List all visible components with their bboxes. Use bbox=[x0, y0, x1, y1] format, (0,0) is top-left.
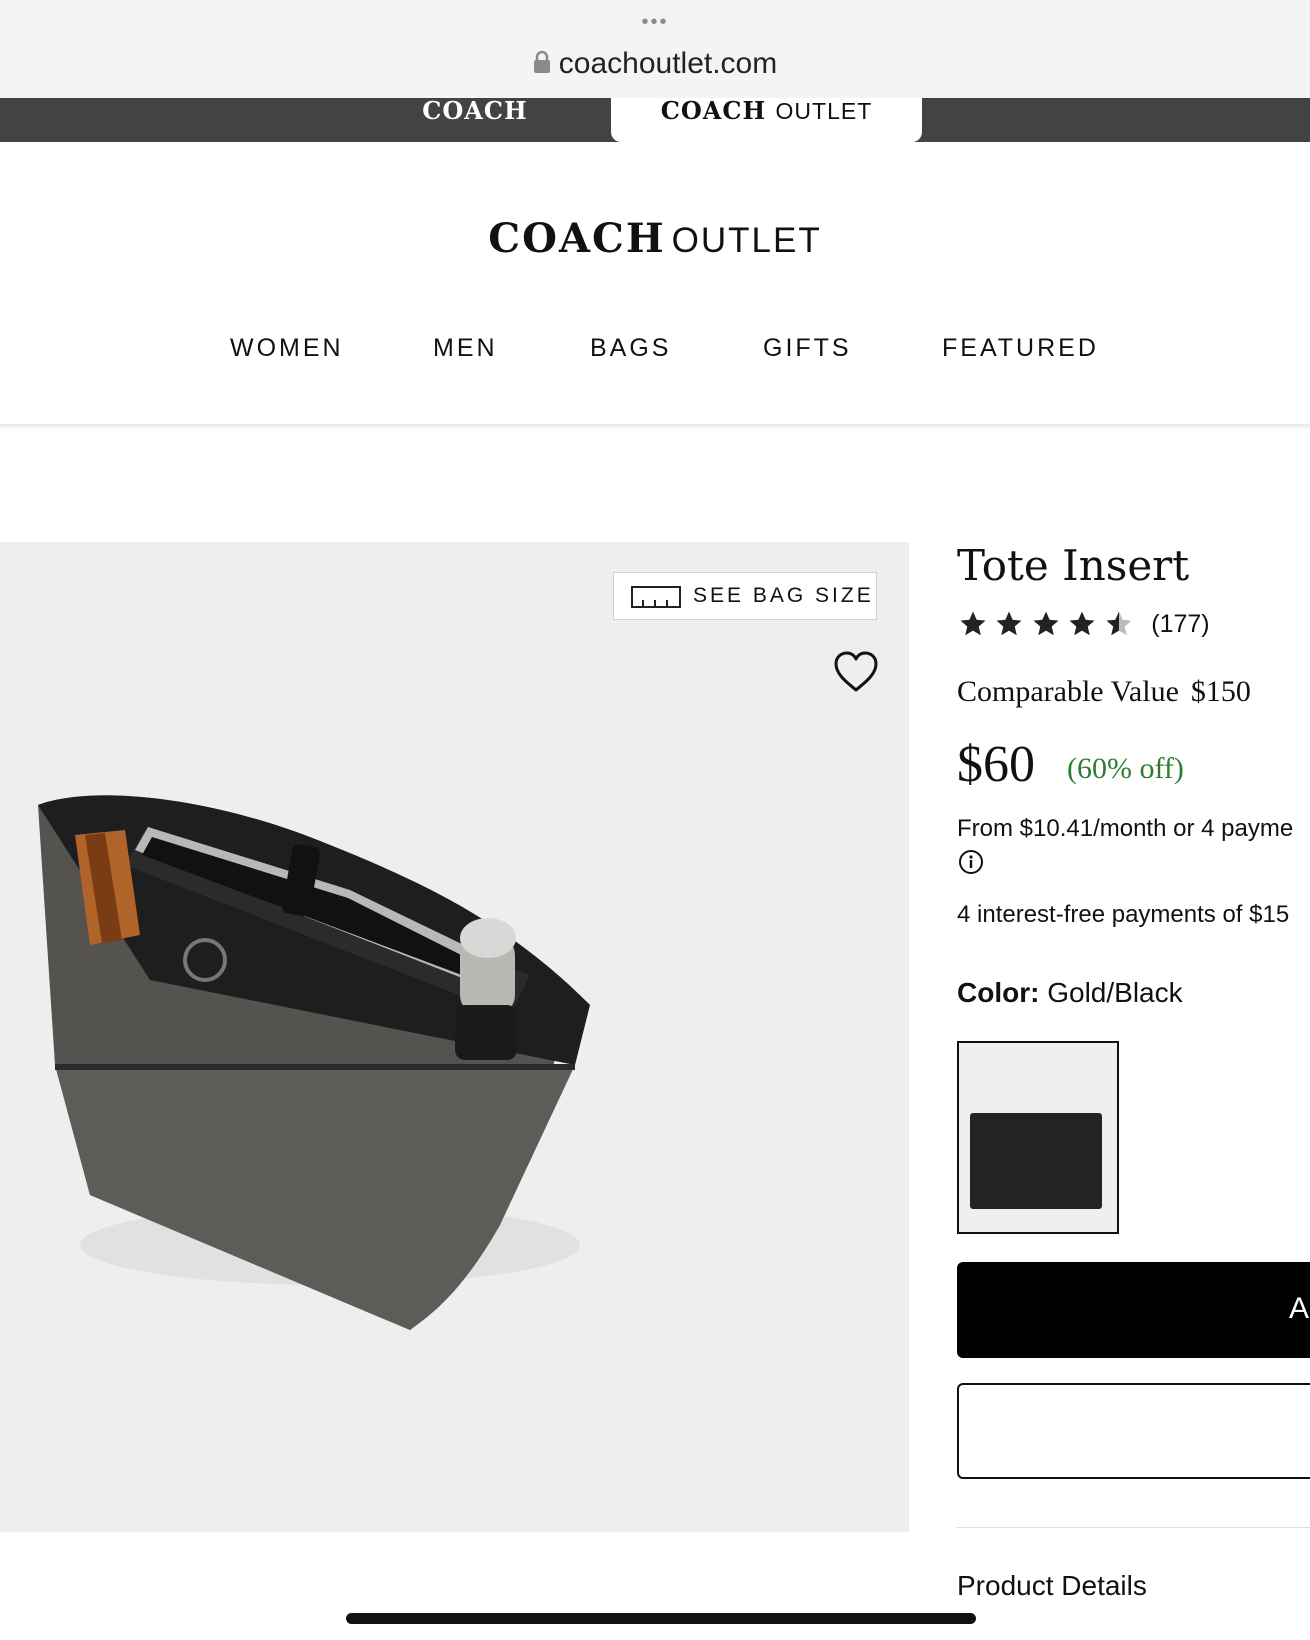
star-icon bbox=[996, 611, 1022, 636]
swatch-image bbox=[970, 1113, 1102, 1209]
star-icon bbox=[1069, 611, 1095, 636]
comparable-label: Comparable Value bbox=[957, 675, 1179, 708]
tab-outlet-word1: COACH bbox=[660, 96, 767, 125]
more-dots-icon[interactable]: ••• bbox=[0, 10, 1310, 34]
secondary-action-button[interactable] bbox=[957, 1383, 1310, 1479]
sale-price: $60 bbox=[957, 736, 1035, 793]
nav-divider bbox=[0, 424, 1310, 430]
discount-badge: (60% off) bbox=[1067, 752, 1184, 785]
color-value: Gold/Black bbox=[1047, 977, 1183, 1008]
see-bag-size-label: SEE BAG SIZE bbox=[693, 584, 874, 607]
tab-coach-label: COACH bbox=[422, 96, 528, 125]
half-star-icon bbox=[1106, 611, 1132, 636]
comparable-price: $150 bbox=[1190, 675, 1251, 708]
nav-item-men[interactable]: MEN bbox=[433, 330, 498, 366]
url-text: coachoutlet.com bbox=[558, 47, 778, 80]
tab-coach-outlet[interactable]: COACH OUTLET bbox=[611, 98, 922, 142]
site-logo[interactable]: COACH OUTLET bbox=[0, 214, 1310, 273]
heart-icon[interactable] bbox=[833, 651, 879, 693]
home-indicator[interactable] bbox=[346, 1613, 976, 1624]
main-nav: WOMEN MEN BAGS GIFTS FEATURED bbox=[0, 330, 1310, 366]
rating-stars[interactable]: (177) bbox=[957, 609, 1210, 645]
info-icon[interactable] bbox=[958, 849, 984, 875]
brand-switcher: COACH COACH OUTLET bbox=[0, 98, 1310, 142]
ruler-icon bbox=[631, 586, 681, 608]
product-image bbox=[38, 795, 590, 1330]
color-label: Color: bbox=[957, 977, 1040, 1008]
product-details-toggle[interactable]: Product Details bbox=[957, 1568, 1147, 1604]
star-icon bbox=[960, 611, 986, 636]
add-to-bag-label: A bbox=[1289, 1292, 1310, 1325]
tab-coach[interactable]: COACH bbox=[300, 98, 650, 142]
see-bag-size-button[interactable]: SEE BAG SIZE bbox=[613, 572, 877, 620]
product-title: Tote Insert bbox=[957, 541, 1190, 590]
url-display[interactable]: coachoutlet.com bbox=[0, 44, 1310, 84]
nav-item-featured[interactable]: FEATURED bbox=[942, 330, 1099, 366]
color-selection: Color: Gold/Black bbox=[957, 975, 1183, 1011]
interest-free-text: 4 interest-free payments of $15 bbox=[957, 901, 1290, 928]
star-icon bbox=[1033, 611, 1059, 636]
tab-outlet-word2: OUTLET bbox=[775, 98, 873, 124]
installment-text: From $10.41/month or 4 payme bbox=[957, 815, 1294, 842]
section-divider bbox=[957, 1527, 1310, 1528]
browser-address-bar: ••• coachoutlet.com bbox=[0, 0, 1310, 98]
nav-item-bags[interactable]: BAGS bbox=[590, 330, 671, 366]
add-to-bag-button[interactable]: A bbox=[957, 1262, 1310, 1358]
logo-word-coach: COACH bbox=[488, 215, 666, 262]
lock-icon bbox=[533, 50, 550, 74]
review-count[interactable]: (177) bbox=[1151, 610, 1209, 639]
nav-item-gifts[interactable]: GIFTS bbox=[763, 330, 852, 366]
logo-word-outlet: OUTLET bbox=[671, 221, 822, 260]
nav-item-women[interactable]: WOMEN bbox=[230, 330, 344, 366]
comparable-value: Comparable Value $150 bbox=[957, 673, 1251, 711]
color-swatch-gold-black[interactable] bbox=[957, 1041, 1119, 1234]
